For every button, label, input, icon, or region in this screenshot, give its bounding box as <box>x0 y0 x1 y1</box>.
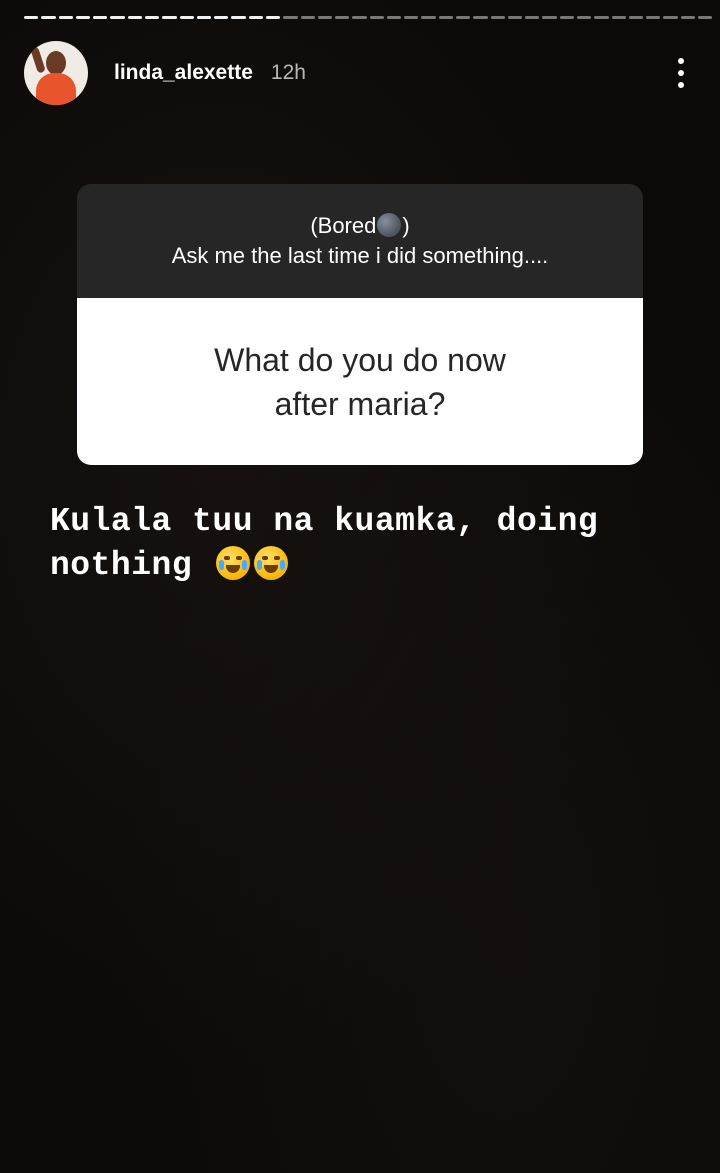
progress-segment <box>144 16 160 19</box>
prompt-line-1: (Bored) <box>310 211 410 241</box>
progress-segment <box>438 16 454 19</box>
progress-segment <box>473 16 488 19</box>
avatar-arm <box>30 46 46 74</box>
progress-segment <box>127 16 142 19</box>
progress-segment <box>58 16 73 19</box>
progress-segment <box>41 16 56 19</box>
avatar[interactable] <box>24 41 88 105</box>
progress-segment <box>542 16 557 19</box>
progress-segment <box>300 16 315 19</box>
new-moon-face-icon <box>377 213 402 237</box>
story-progress-bar <box>24 16 713 20</box>
progress-segment <box>248 16 263 19</box>
progress-segment <box>421 16 436 19</box>
avatar-head <box>46 51 66 75</box>
question-text: What do you do now after maria? <box>214 341 506 422</box>
progress-segment <box>663 16 678 19</box>
progress-segment <box>646 16 661 19</box>
progress-segment <box>24 16 39 19</box>
reply-text-block: Kulala tuu na kuamka, doing nothing <box>50 500 690 588</box>
progress-segment <box>577 16 592 19</box>
progress-segment <box>490 16 505 19</box>
progress-segment <box>214 16 229 19</box>
progress-segment <box>628 16 644 19</box>
more-vertical-icon <box>678 58 684 64</box>
progress-segment <box>456 16 471 19</box>
post-time: 12h <box>270 61 306 84</box>
progress-segment <box>507 16 523 19</box>
prompt-line-1-end: ) <box>402 213 410 238</box>
question-sticker-prompt: (Bored) Ask me the last time i did somet… <box>77 184 643 298</box>
progress-segment <box>559 16 574 19</box>
progress-segment <box>110 16 125 19</box>
face-with-tears-of-joy-icon <box>254 546 289 580</box>
progress-segment <box>231 16 246 19</box>
progress-segment <box>93 16 108 19</box>
progress-segment <box>697 16 713 19</box>
loudly-crying-face-icon <box>216 546 251 580</box>
progress-segment <box>680 16 695 19</box>
progress-segment <box>179 16 194 19</box>
progress-segment <box>335 16 350 19</box>
progress-segment <box>317 16 333 19</box>
story-screen[interactable]: linda_alexette 12h (Bored) Ask me the la… <box>0 0 720 1173</box>
progress-segment <box>525 16 540 19</box>
progress-segment <box>162 16 177 19</box>
more-vertical-icon-dot <box>678 70 684 76</box>
more-options-button[interactable] <box>666 53 696 93</box>
more-vertical-icon-dot <box>678 82 684 88</box>
progress-segment <box>265 16 281 19</box>
username[interactable]: linda_alexette <box>114 61 253 85</box>
prompt-line-2: Ask me the last time i did something.... <box>171 243 549 268</box>
progress-segment <box>611 16 626 19</box>
progress-segment <box>283 16 298 19</box>
prompt-line-1-text: (Bored <box>310 213 377 238</box>
progress-segment <box>404 16 419 19</box>
progress-segment <box>75 16 91 19</box>
progress-segment <box>594 16 609 19</box>
question-sticker-answer-area: What do you do now after maria? <box>77 298 643 465</box>
progress-segment <box>386 16 402 19</box>
reply-text: Kulala tuu na kuamka, doing nothing <box>50 503 599 584</box>
progress-segment <box>369 16 384 19</box>
avatar-body <box>36 73 76 105</box>
story-header: linda_alexette 12h <box>24 40 696 106</box>
question-sticker[interactable]: (Bored) Ask me the last time i did somet… <box>77 184 643 465</box>
progress-segment <box>196 16 212 19</box>
progress-segment <box>352 16 367 19</box>
